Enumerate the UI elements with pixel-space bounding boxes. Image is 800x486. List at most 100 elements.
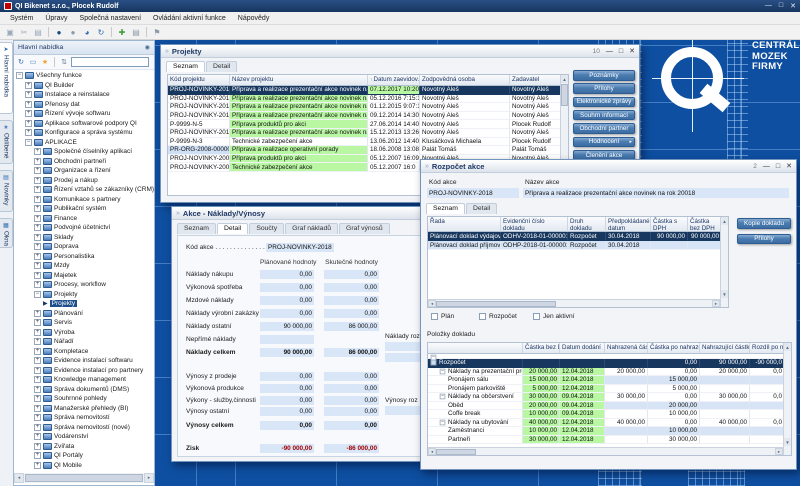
planned-value-field[interactable]: 0,00: [260, 309, 314, 318]
planned-value-field[interactable]: 0,00: [260, 407, 314, 416]
menu-item-4[interactable]: Nápovědy: [233, 14, 275, 23]
expand-icon[interactable]: +: [25, 110, 32, 117]
column-header[interactable]: Rozdíl po nahr...: [750, 343, 785, 354]
table-row[interactable]: PROJ-NOVINKY-2015Příprava a realizace pr…: [168, 112, 568, 121]
column-header[interactable]: Druh dokladu: [568, 217, 606, 232]
checkbox-jen-aktivn-[interactable]: [533, 313, 540, 320]
column-header[interactable]: Kód projektu: [168, 75, 230, 86]
tree-item[interactable]: +Manažerské přehledy (BI): [14, 404, 154, 414]
column-header[interactable]: [428, 343, 523, 354]
akce-tab-sou-ty[interactable]: Součty: [249, 223, 284, 234]
scroll-right-icon[interactable]: ▸: [775, 448, 783, 455]
column-header[interactable]: Název projektu: [230, 75, 368, 86]
favorites-icon[interactable]: ★: [40, 57, 50, 67]
expand-icon[interactable]: +: [34, 338, 41, 345]
rozpocet-titlebar[interactable]: » Rozpočet akce 2 — □ ✕: [421, 160, 796, 173]
paste-icon[interactable]: ▤: [32, 26, 44, 38]
tree-item[interactable]: +Komunikace s partnery: [14, 195, 154, 205]
akce-tab-graf-n-klad-[interactable]: Graf nákladů: [285, 223, 338, 234]
print-icon[interactable]: ▤: [130, 26, 142, 38]
tree-item[interactable]: +Společné číselníky aplikací: [14, 147, 154, 157]
options-icon[interactable]: ⚑: [151, 26, 163, 38]
column-header[interactable]: Řada: [428, 217, 501, 232]
column-header[interactable]: Částka po nahrazení: [648, 343, 700, 354]
action-button-kopie-dokladu[interactable]: Kopie dokladu: [737, 218, 791, 229]
actual-value-field[interactable]: 0,00: [324, 407, 379, 416]
column-header[interactable]: Nahrazená částka: [605, 343, 648, 354]
tree-item[interactable]: +Majetek: [14, 271, 154, 281]
tree-item[interactable]: −APLIKACE: [14, 138, 154, 148]
planned-value-field[interactable]: -90 000,00: [260, 444, 314, 453]
action-button-p-lohy[interactable]: Přílohy: [737, 234, 791, 245]
scroll-down-icon[interactable]: ▼: [784, 438, 791, 446]
tree-item[interactable]: +Prodej a nákup: [14, 176, 154, 186]
tree-table-row[interactable]: −Náklady na ubytování40 000,0012.04.2018…: [428, 419, 791, 428]
expand-icon[interactable]: +: [34, 167, 41, 174]
tree-table-row[interactable]: Coffe break10 000,0009.04.201810 000,00: [428, 410, 791, 419]
planned-value-field[interactable]: 0,00: [260, 296, 314, 305]
scroll-up-icon[interactable]: ▲: [721, 217, 728, 225]
actual-value-field[interactable]: 86 000,00: [324, 348, 379, 357]
tree-item[interactable]: +Mzdy: [14, 261, 154, 271]
sort-icon[interactable]: ⇅: [59, 57, 69, 67]
menu-item-3[interactable]: Ovládání aktivní funkce: [148, 14, 231, 23]
window-menu-icon[interactable]: »: [165, 48, 169, 55]
scroll-up-icon[interactable]: ▲: [784, 343, 791, 351]
tree-table-row[interactable]: −Náklady na občerstvení30 000,0009.04.20…: [428, 393, 791, 402]
expand-icon[interactable]: +: [34, 424, 41, 431]
scroll-right-icon[interactable]: ▸: [712, 300, 720, 307]
expand-icon[interactable]: +: [34, 177, 41, 184]
column-header[interactable]: Zodpovědná osoba: [420, 75, 510, 86]
refresh-icon[interactable]: ↻: [16, 57, 26, 67]
column-header[interactable]: Datum dodání: [560, 343, 605, 354]
checkbox-rozpo-et[interactable]: [479, 313, 486, 320]
planned-value-field[interactable]: 90 000,00: [260, 348, 314, 357]
side-tab-novinky[interactable]: ▤Novinky: [0, 170, 13, 212]
tree-table-row[interactable]: Pronájem parkoviště5 000,0012.04.20185 0…: [428, 385, 791, 394]
close-button[interactable]: ✕: [790, 2, 796, 10]
doklady-vscrollbar[interactable]: ▲ ▼: [720, 217, 728, 307]
collapse-icon[interactable]: −: [440, 419, 446, 425]
projekty-titlebar[interactable]: » Projekty 10 — □ ✕: [161, 45, 639, 58]
expand-icon[interactable]: +: [34, 205, 41, 212]
close-button[interactable]: ✕: [786, 162, 792, 170]
side-tab-okna[interactable]: ▦Okna: [0, 218, 13, 248]
actual-value-field[interactable]: 0,00: [324, 309, 379, 318]
tree-table-row[interactable]: Oběd20 000,0009.04.201820 000,00: [428, 402, 791, 411]
tree-item[interactable]: +Personalistika: [14, 252, 154, 262]
cut-icon[interactable]: ✂: [18, 26, 30, 38]
expand-icon[interactable]: +: [25, 101, 32, 108]
kod-akce-field[interactable]: PROJ-NOVINKY-2018: [266, 243, 334, 252]
expand-icon[interactable]: +: [34, 158, 41, 165]
screen-icon[interactable]: ▭: [28, 57, 38, 67]
expand-icon[interactable]: +: [34, 433, 41, 440]
menu-item-0[interactable]: Systém: [5, 14, 38, 23]
expand-icon[interactable]: +: [34, 462, 41, 469]
tree-table-row[interactable]: Rozpočet0,0090 000,00-90 000,0: [428, 359, 791, 368]
tree-item[interactable]: +Obchodní partneři: [14, 157, 154, 167]
planned-value-field[interactable]: 0,00: [260, 372, 314, 381]
projekty-tab-detail[interactable]: Detail: [206, 61, 237, 72]
menu-item-1[interactable]: Úpravy: [40, 14, 72, 23]
column-header[interactable]: Předpokládané datum splatn...: [606, 217, 651, 232]
collapse-icon[interactable]: −: [440, 394, 446, 400]
minimize-button[interactable]: —: [763, 163, 770, 170]
rozpocet-tab-detail[interactable]: Detail: [466, 203, 497, 214]
action-button-pozn-mky[interactable]: Poznámky: [573, 70, 635, 81]
column-header[interactable]: ↑Datum zaevidov...: [368, 75, 420, 86]
tree-item[interactable]: +Plánování: [14, 309, 154, 319]
action-button-souhrn-informac-[interactable]: Souhrn informací: [573, 110, 635, 121]
action-button-obchodn-partner[interactable]: Obchodní partner: [573, 123, 635, 134]
expand-icon[interactable]: +: [34, 215, 41, 222]
planned-value-field[interactable]: 90 000,00: [260, 322, 314, 331]
expand-icon[interactable]: +: [34, 319, 41, 326]
akce-tab-detail[interactable]: Detail: [217, 223, 248, 234]
projekty-tab-seznam[interactable]: Seznam: [166, 61, 205, 72]
scroll-left-icon[interactable]: ◂: [428, 448, 436, 455]
refresh-icon[interactable]: ↻: [95, 26, 107, 38]
scroll-right-icon[interactable]: ▸: [144, 473, 154, 483]
akce-tab-graf-v-nos-[interactable]: Graf výnosů: [339, 223, 390, 234]
tree-item[interactable]: +QI Portály: [14, 451, 154, 461]
expand-icon[interactable]: +: [25, 120, 32, 127]
expand-icon[interactable]: +: [34, 395, 41, 402]
